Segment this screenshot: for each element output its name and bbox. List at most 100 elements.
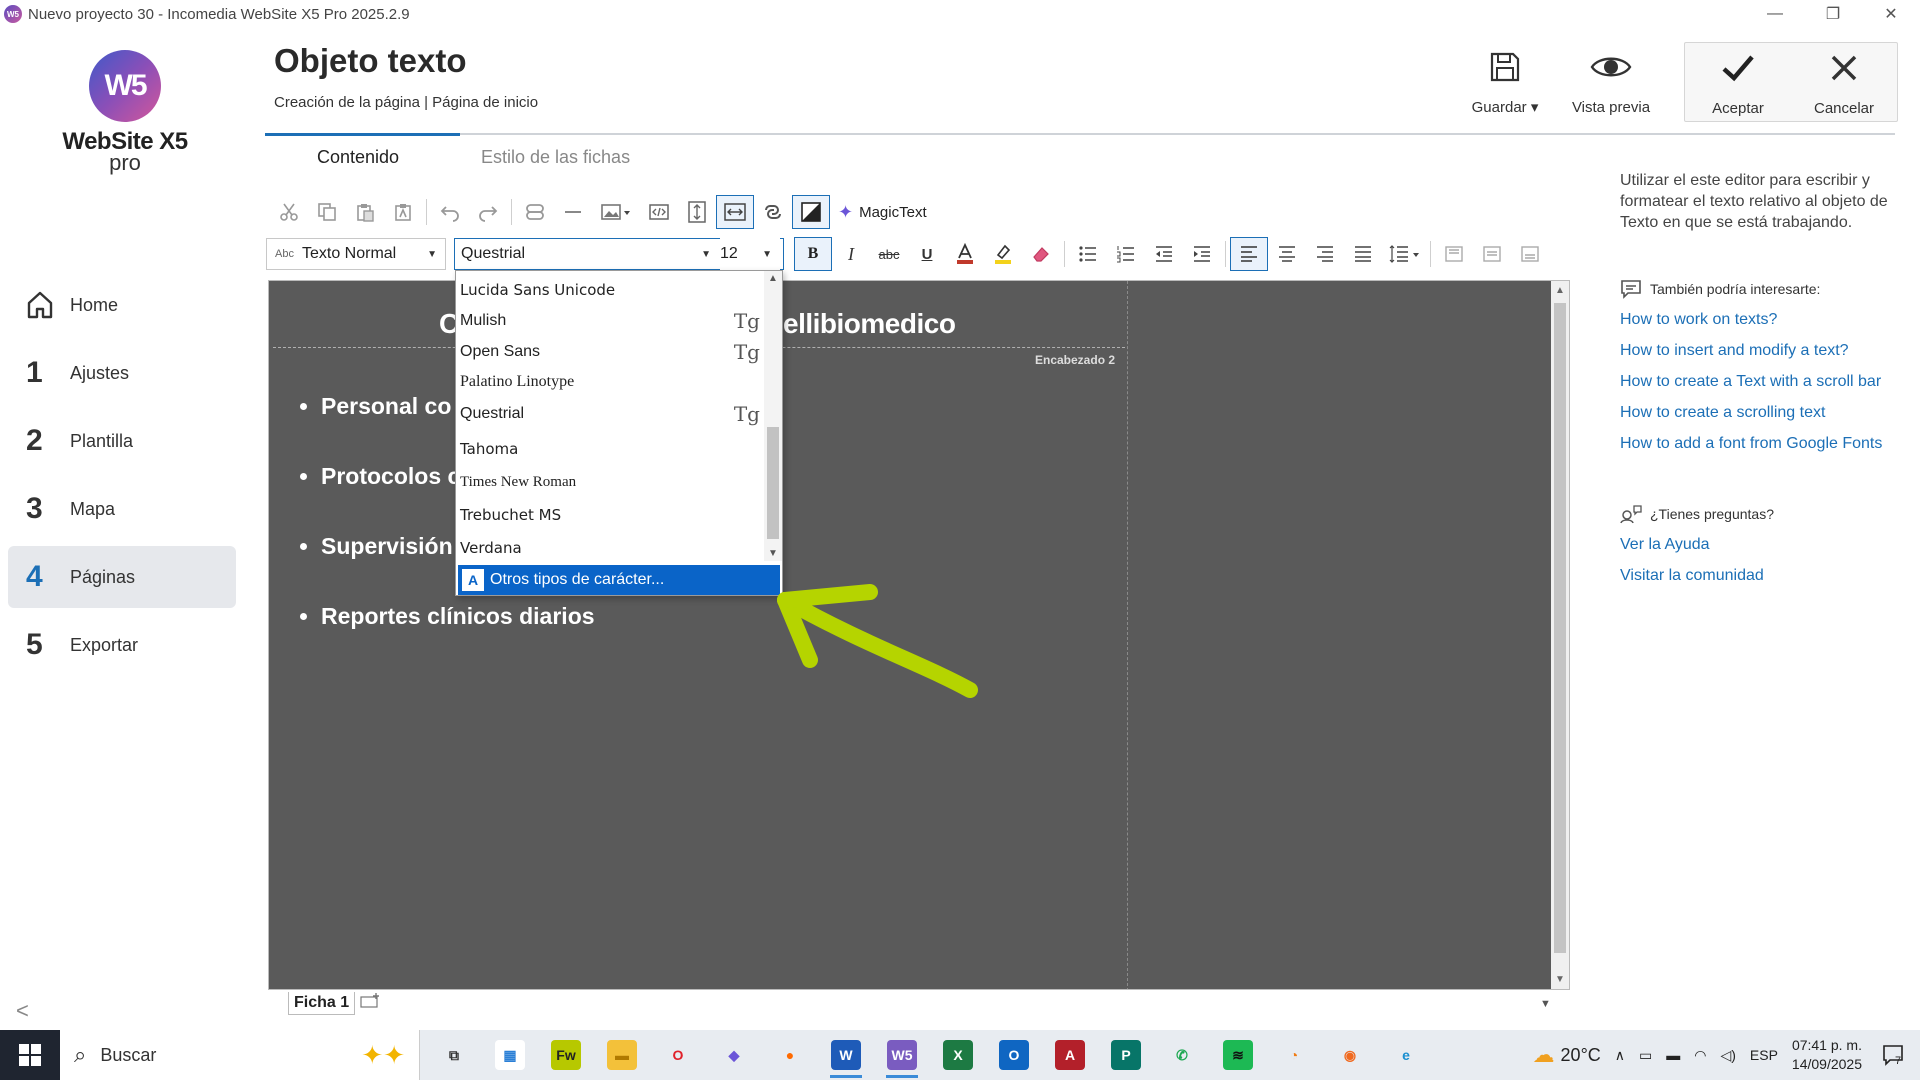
indent-button[interactable] [1183,237,1221,271]
accept-button[interactable]: Aceptar [1685,43,1791,121]
numbered-list-button[interactable] [1107,237,1145,271]
taskbar-app-access[interactable]: A [1042,1030,1098,1080]
taskbar-app-store[interactable]: ▦ [482,1030,538,1080]
font-option-trebuchet-ms[interactable]: Trebuchet MS [456,500,766,530]
nav-item-paginas[interactable]: 4 Páginas [8,546,236,608]
font-option-palatino-linotype[interactable]: Palatino Linotype [456,367,766,397]
collapse-sidebar-button[interactable]: < [16,998,29,1024]
minimize-button[interactable]: — [1746,0,1804,28]
align-center-button[interactable] [1268,237,1306,271]
start-button[interactable] [0,1030,60,1080]
cut-button[interactable] [270,195,308,229]
bullet-list-button[interactable] [1069,237,1107,271]
font-option-open-sans[interactable]: Open Sans Tg [456,337,766,367]
clock[interactable]: 07:41 p. m. 14/09/2025 [1792,1036,1862,1074]
insert-image-button[interactable] [592,195,640,229]
link-edit-button[interactable] [754,195,792,229]
font-option-lucida-sans-unicode[interactable]: Lucida Sans Unicode [456,275,766,305]
footer-dropdown-icon[interactable]: ▼ [1540,998,1551,1010]
align-right-button[interactable] [1306,237,1344,271]
taskbar-app-clock-app[interactable]: ◔ [1266,1030,1322,1080]
taskbar-app-edge[interactable]: e [1378,1030,1434,1080]
paste-special-button[interactable] [384,195,422,229]
font-list-scrollbar[interactable]: ▲ ▼ [764,271,782,561]
scroll-down-arrow[interactable]: ▼ [1555,974,1565,985]
cancel-button[interactable]: Cancelar [1791,43,1897,121]
italic-button[interactable]: I [832,237,870,271]
copy-button[interactable] [308,195,346,229]
nav-item-exportar[interactable]: 5 Exportar [8,614,236,676]
add-sheet-icon[interactable] [359,992,381,1014]
taskbar-app-word[interactable]: W [818,1030,874,1080]
help-link[interactable]: How to create a Text with a scroll bar [1620,371,1900,392]
taskbar-app-fireworks[interactable]: Fw [538,1030,594,1080]
horizontal-resize-button[interactable] [716,195,754,229]
font-option-questrial[interactable]: Questrial Tg [456,399,766,429]
taskbar-app-app-orange[interactable]: ◉ [1322,1030,1378,1080]
chevron-up-icon[interactable]: ∧ [1615,1047,1625,1064]
close-window-button[interactable]: ✕ [1862,0,1920,28]
bold-button[interactable]: B [794,237,832,271]
taskbar-app-explorer[interactable]: ▬ [594,1030,650,1080]
taskbar-app-task-view[interactable]: ⧉ [426,1030,482,1080]
editor-scrollbar[interactable]: ▲ ▼ [1551,281,1569,989]
font-option-times-new-roman[interactable]: Times New Roman [456,467,766,497]
volume-icon[interactable]: ◁) [1720,1047,1735,1064]
nav-item-home[interactable]: Home [8,274,236,336]
strikethrough-button[interactable]: abc [870,237,908,271]
valign-bottom-button[interactable] [1511,237,1549,271]
help-link[interactable]: Ver la Ayuda [1620,534,1900,555]
tab-contenido[interactable]: Contenido [317,147,399,168]
dark-background-toggle[interactable] [792,195,830,229]
taskbar-search[interactable]: ⌕ Buscar ✦✦ [60,1030,420,1080]
taskbar-app-publisher[interactable]: P [1098,1030,1154,1080]
scrollbar-thumb[interactable] [1554,303,1566,953]
scroll-up-arrow[interactable]: ▲ [1555,285,1565,296]
help-link[interactable]: Visitar la comunidad [1620,565,1900,586]
clear-format-button[interactable] [1022,237,1060,271]
redo-button[interactable] [469,195,507,229]
html-code-button[interactable] [640,195,678,229]
restore-button[interactable]: ❐ [1804,0,1862,28]
underline-button[interactable]: U [908,237,946,271]
nav-item-ajustes[interactable]: 1 Ajustes [8,342,236,404]
valign-top-button[interactable] [1435,237,1473,271]
line-spacing-button[interactable] [1382,237,1426,271]
taskbar-app-firefox[interactable]: ● [762,1030,818,1080]
save-button[interactable]: Guardar ▾ [1452,42,1558,120]
scroll-down-arrow[interactable]: ▼ [768,548,778,559]
vertical-resize-button[interactable] [678,195,716,229]
tab-estilo-fichas[interactable]: Estilo de las fichas [481,147,630,168]
taskbar-app-websitex5[interactable]: W5 [874,1030,930,1080]
help-link[interactable]: How to create a scrolling text [1620,402,1900,423]
font-option-verdana[interactable]: Verdana [456,533,766,563]
scrollbar-thumb[interactable] [767,427,779,539]
justify-button[interactable] [1344,237,1382,271]
font-option-tahoma[interactable]: Tahoma [456,434,766,464]
highlight-color-button[interactable] [984,237,1022,271]
magictext-button[interactable]: ✦ MagicText [838,202,927,223]
taskbar-app-excel[interactable]: X [930,1030,986,1080]
font-color-button[interactable] [946,237,984,271]
insert-link-button[interactable] [516,195,554,229]
help-link[interactable]: How to add a font from Google Fonts [1620,433,1900,454]
font-size-select[interactable]: 12 ▼ [720,238,780,270]
other-fonts-option[interactable]: A Otros tipos de carácter... [458,565,780,595]
scroll-up-arrow[interactable]: ▲ [768,273,778,284]
undo-button[interactable] [431,195,469,229]
paragraph-style-select[interactable]: Abc Texto Normal ▼ [266,238,446,270]
taskbar-app-outlook[interactable]: O [986,1030,1042,1080]
nav-item-plantilla[interactable]: 2 Plantilla [8,410,236,472]
font-option-mulish[interactable]: Mulish Tg [456,306,766,336]
outdent-button[interactable] [1145,237,1183,271]
wifi-icon[interactable]: ◠ [1694,1047,1706,1064]
valign-middle-button[interactable] [1473,237,1511,271]
help-link[interactable]: How to insert and modify a text? [1620,340,1900,361]
paste-button[interactable] [346,195,384,229]
align-left-button[interactable] [1230,237,1268,271]
notifications-button[interactable]: 7 [1876,1040,1906,1070]
preview-button[interactable]: Vista previa [1558,42,1664,120]
taskbar-app-spotify[interactable]: ≋ [1210,1030,1266,1080]
taskbar-app-opera[interactable]: O [650,1030,706,1080]
device-icon[interactable]: ▭ [1639,1047,1652,1064]
